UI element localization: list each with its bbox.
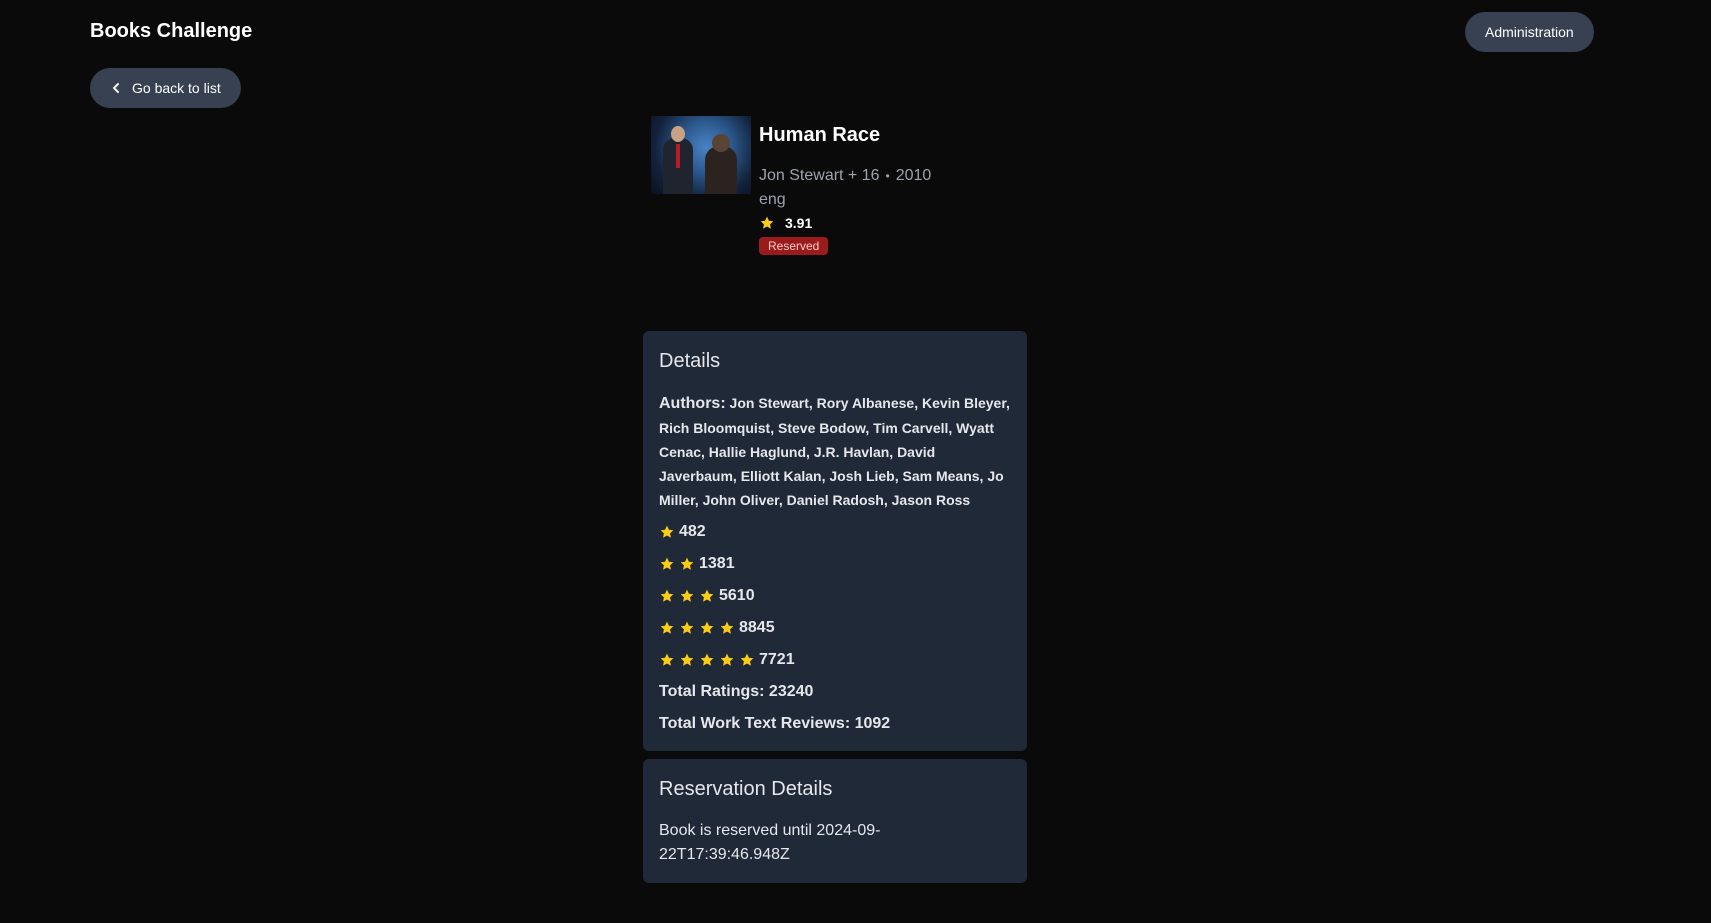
total-reviews: Total Work Text Reviews: 1092 bbox=[659, 715, 891, 732]
star-group bbox=[659, 620, 735, 636]
publication-year: 2010 bbox=[895, 167, 932, 184]
star-icon bbox=[720, 653, 734, 666]
reservation-title: Reservation Details bbox=[659, 778, 833, 800]
reservation-card: Reservation Details Book is reserved unt… bbox=[643, 759, 1027, 883]
rating-distribution-row: 482 bbox=[659, 520, 1011, 544]
rating-distribution: 482 1381 5610 8845 7721 bbox=[659, 520, 1011, 672]
rating-count: 5610 bbox=[719, 587, 755, 604]
book-cover-image bbox=[651, 116, 751, 194]
go-back-button[interactable]: Go back to list bbox=[90, 68, 241, 108]
authors-text: Authors: Jon Stewart, Rory Albanese, Kev… bbox=[659, 391, 1011, 512]
star-icon bbox=[700, 653, 714, 666]
book-language: eng bbox=[759, 191, 786, 208]
average-rating: 3.91 bbox=[759, 215, 931, 231]
authors-label: Authors: bbox=[659, 395, 726, 412]
rating-count: 482 bbox=[679, 523, 706, 540]
book-byline: Jon Stewart + 16 • 2010 bbox=[759, 167, 931, 185]
star-icon bbox=[680, 621, 694, 634]
go-back-label: Go back to list bbox=[132, 80, 221, 96]
star-icon bbox=[660, 621, 674, 634]
star-group bbox=[659, 524, 675, 540]
star-icon bbox=[660, 653, 674, 666]
rating-distribution-row: 8845 bbox=[659, 616, 1011, 640]
top-header: Books Challenge Administration bbox=[0, 0, 1711, 64]
status-badge: Reserved bbox=[759, 237, 829, 255]
star-icon bbox=[720, 621, 734, 634]
separator-dot: • bbox=[885, 169, 890, 183]
app-title: Books Challenge bbox=[90, 20, 253, 42]
administration-button[interactable]: Administration bbox=[1465, 12, 1594, 52]
star-icon bbox=[660, 525, 674, 538]
chevron-left-icon bbox=[113, 83, 119, 93]
star-group bbox=[659, 652, 755, 668]
book-title: Human Race bbox=[759, 124, 881, 146]
reservation-text: Book is reserved until 2024-09-22T17:39:… bbox=[659, 822, 881, 863]
average-rating-value: 3.91 bbox=[785, 215, 813, 231]
star-icon bbox=[740, 653, 754, 666]
rating-count: 8845 bbox=[739, 619, 775, 636]
star-icon bbox=[660, 589, 674, 602]
star-icon bbox=[680, 557, 694, 570]
star-group bbox=[659, 556, 695, 572]
rating-distribution-row: 5610 bbox=[659, 584, 1011, 608]
star-icon bbox=[680, 653, 694, 666]
book-meta: Human Race Jon Stewart + 16 • 2010 eng 3… bbox=[759, 116, 931, 255]
star-icon bbox=[700, 589, 714, 602]
star-icon bbox=[760, 216, 774, 229]
star-group bbox=[659, 588, 715, 604]
rating-distribution-row: 1381 bbox=[659, 552, 1011, 576]
rating-count: 1381 bbox=[699, 555, 735, 572]
rating-distribution-row: 7721 bbox=[659, 648, 1011, 672]
book-header: Human Race Jon Stewart + 16 • 2010 eng 3… bbox=[651, 116, 931, 255]
total-ratings: Total Ratings: 23240 bbox=[659, 683, 814, 700]
details-title: Details bbox=[659, 350, 721, 372]
star-icon bbox=[680, 589, 694, 602]
star-icon bbox=[700, 621, 714, 634]
rating-count: 7721 bbox=[759, 651, 795, 668]
star-icon bbox=[660, 557, 674, 570]
author-summary: Jon Stewart + 16 bbox=[759, 167, 880, 184]
details-card: Details Authors: Jon Stewart, Rory Alban… bbox=[643, 331, 1027, 751]
